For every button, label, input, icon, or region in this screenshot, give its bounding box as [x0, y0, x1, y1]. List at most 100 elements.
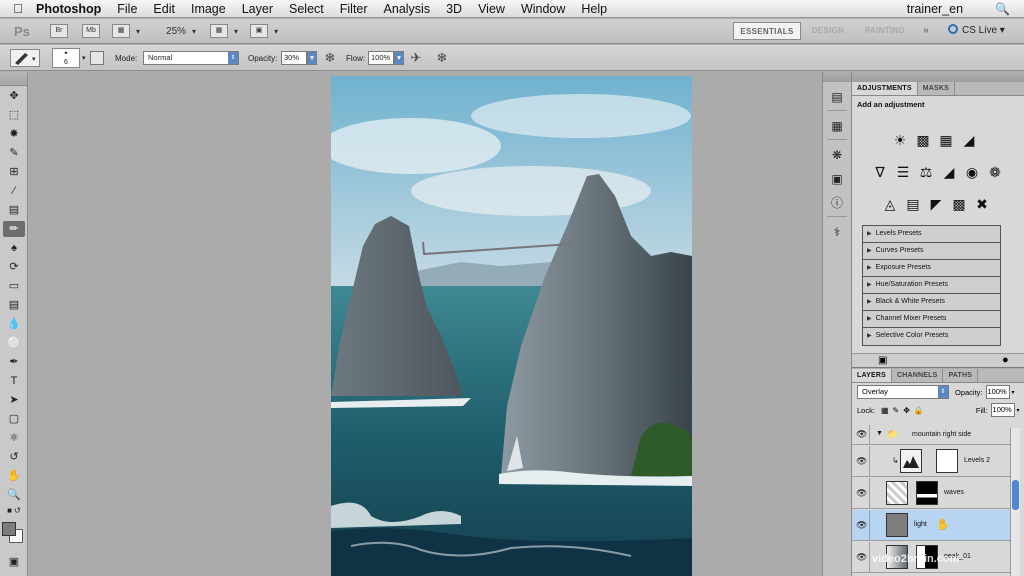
- list-item[interactable]: ▶ Hue/Saturation Presets: [863, 277, 1000, 294]
- visibility-eye-icon[interactable]: 👁: [856, 488, 867, 499]
- layer-thumbnail[interactable]: [886, 513, 908, 537]
- type-tool-icon[interactable]: T: [3, 373, 25, 389]
- curves-icon[interactable]: ▦: [936, 130, 956, 150]
- eraser-tool-icon[interactable]: ▭: [3, 278, 25, 294]
- menu-view[interactable]: View: [478, 2, 505, 16]
- layer-row-selected[interactable]: 👁 light ✋: [852, 510, 1012, 541]
- menu-window[interactable]: Window: [521, 2, 565, 16]
- list-item[interactable]: ▶ Channel Mixer Presets: [863, 311, 1000, 328]
- tab-masks[interactable]: MASKS: [918, 82, 955, 95]
- layer-row[interactable]: 👁 ↳ Levels 2: [852, 446, 1012, 477]
- fill-input[interactable]: 100%: [990, 403, 1015, 417]
- healing-brush-tool-icon[interactable]: ▤: [3, 202, 25, 218]
- menu-select[interactable]: Select: [289, 2, 324, 16]
- workspace-painting[interactable]: PAINTING: [860, 22, 910, 40]
- mini-bridge-button[interactable]: Mb: [82, 24, 100, 38]
- brightness-contrast-icon[interactable]: ☀: [890, 130, 910, 150]
- path-selection-tool-icon[interactable]: ➤: [3, 392, 25, 408]
- brush-preset-picker[interactable]: • 6: [52, 48, 80, 68]
- color-balance-icon[interactable]: ⚖: [916, 162, 936, 182]
- lock-position-icon[interactable]: ✥: [903, 406, 910, 415]
- tab-paths[interactable]: PATHS: [943, 369, 979, 382]
- mode-select[interactable]: Normal ⇕: [143, 51, 239, 65]
- list-item[interactable]: ▶ Black & White Presets: [863, 294, 1000, 311]
- visibility-eye-icon[interactable]: 👁: [856, 429, 867, 440]
- eyedropper-tool-icon[interactable]: ⁄: [3, 183, 25, 199]
- lock-transparent-icon[interactable]: ▦: [881, 406, 889, 415]
- cs-live-button[interactable]: CS Live ▾: [948, 22, 1005, 40]
- launch-bridge-button[interactable]: Br: [50, 24, 68, 38]
- clone-source-panel-icon[interactable]: ⚕: [827, 223, 847, 241]
- navigator-panel-icon[interactable]: ▣: [827, 170, 847, 188]
- screen-mode-button[interactable]: ▣: [250, 24, 269, 38]
- menu-edit[interactable]: Edit: [153, 2, 175, 16]
- foreground-color-swatch[interactable]: [2, 522, 16, 536]
- actions-panel-icon[interactable]: ▦: [827, 117, 847, 135]
- quick-selection-tool-icon[interactable]: ✎: [3, 145, 25, 161]
- screen-mode-dropdown-icon[interactable]: ▾: [274, 27, 278, 36]
- vibrance-icon[interactable]: ∇: [870, 162, 890, 182]
- tools-panel-grip[interactable]: [0, 72, 27, 86]
- quick-mask-icon[interactable]: ▣: [3, 554, 25, 570]
- lock-all-icon[interactable]: 🔒: [914, 406, 924, 415]
- gradient-tool-icon[interactable]: ▤: [3, 297, 25, 313]
- apple-menu-icon[interactable]: : [0, 1, 36, 16]
- rectangle-tool-icon[interactable]: ▢: [3, 411, 25, 427]
- menu-image[interactable]: Image: [191, 2, 226, 16]
- zoom-level[interactable]: 25%: [166, 26, 186, 37]
- clone-stamp-tool-icon[interactable]: ♠: [3, 240, 25, 256]
- 3d-rotate-tool-icon[interactable]: ⚛: [3, 430, 25, 446]
- visibility-eye-icon[interactable]: 👁: [856, 552, 867, 563]
- tool-preset-picker[interactable]: ▾: [10, 49, 40, 67]
- clip-to-layer-icon[interactable]: ▣: [878, 355, 887, 366]
- tab-channels[interactable]: CHANNELS: [892, 369, 944, 382]
- levels-icon[interactable]: ▩: [913, 130, 933, 150]
- canvas-area[interactable]: [29, 72, 822, 576]
- layer-thumbnail[interactable]: [886, 481, 908, 505]
- opacity-slider-toggle-icon[interactable]: ▾: [307, 51, 317, 65]
- tab-adjustments[interactable]: ADJUSTMENTS: [852, 82, 918, 95]
- blur-tool-icon[interactable]: 💧: [3, 316, 25, 332]
- dock-grip[interactable]: [823, 72, 851, 82]
- menu-3d[interactable]: 3D: [446, 2, 462, 16]
- visibility-eye-icon[interactable]: 👁: [856, 520, 867, 531]
- info-panel-icon[interactable]: ⓘ: [827, 194, 847, 212]
- view-extras-button[interactable]: ▦: [112, 24, 130, 38]
- brush-dropdown-icon[interactable]: ▾: [82, 54, 86, 62]
- exposure-icon[interactable]: ◢: [959, 130, 979, 150]
- menu-analysis[interactable]: Analysis: [384, 2, 431, 16]
- history-panel-icon[interactable]: ▤: [827, 88, 847, 106]
- lasso-tool-icon[interactable]: ✸: [3, 126, 25, 142]
- user-name[interactable]: trainer_en: [907, 2, 963, 16]
- layer-opacity-input[interactable]: 100%: [985, 385, 1010, 399]
- flow-input[interactable]: 100%: [368, 51, 394, 65]
- channel-mixer-icon[interactable]: ❁: [985, 162, 1005, 182]
- default-colors-icon[interactable]: ■ ↺: [3, 506, 25, 516]
- posterize-icon[interactable]: ▤: [903, 194, 923, 214]
- lock-image-icon[interactable]: ✎: [893, 406, 900, 415]
- layer-row[interactable]: 👁 waves: [852, 478, 1012, 509]
- 3d-orbit-tool-icon[interactable]: ↺: [3, 449, 25, 465]
- threshold-icon[interactable]: ◤: [926, 194, 946, 214]
- list-item[interactable]: ▶ Curves Presets: [863, 243, 1000, 260]
- photo-filter-icon[interactable]: ◉: [962, 162, 982, 182]
- flow-slider-toggle-icon[interactable]: ▾: [394, 51, 404, 65]
- menu-filter[interactable]: Filter: [340, 2, 368, 16]
- adjustments-options-icon[interactable]: ●: [1002, 354, 1009, 366]
- layer-group-row[interactable]: 👁 ▼ 📁 mountain right side: [852, 425, 1012, 445]
- workspace-essentials[interactable]: ESSENTIALS: [733, 22, 801, 40]
- levels-adjustment-thumbnail[interactable]: [900, 449, 922, 473]
- menu-help[interactable]: Help: [581, 2, 607, 16]
- move-tool-icon[interactable]: ✥: [3, 88, 25, 104]
- airbrush-icon[interactable]: ✈: [408, 50, 424, 66]
- view-extras-dropdown-icon[interactable]: ▾: [136, 27, 140, 36]
- workspace-design[interactable]: DESIGN: [808, 22, 848, 40]
- marquee-tool-icon[interactable]: ⬚: [3, 107, 25, 123]
- layer-mask-thumbnail[interactable]: [936, 449, 958, 473]
- panel-grip[interactable]: [852, 72, 1024, 82]
- visibility-eye-icon[interactable]: 👁: [856, 456, 867, 467]
- menu-layer[interactable]: Layer: [242, 2, 273, 16]
- layer-mask-thumbnail[interactable]: [916, 481, 938, 505]
- toggle-brush-panel-button[interactable]: [90, 51, 104, 65]
- crop-tool-icon[interactable]: ⊞: [3, 164, 25, 180]
